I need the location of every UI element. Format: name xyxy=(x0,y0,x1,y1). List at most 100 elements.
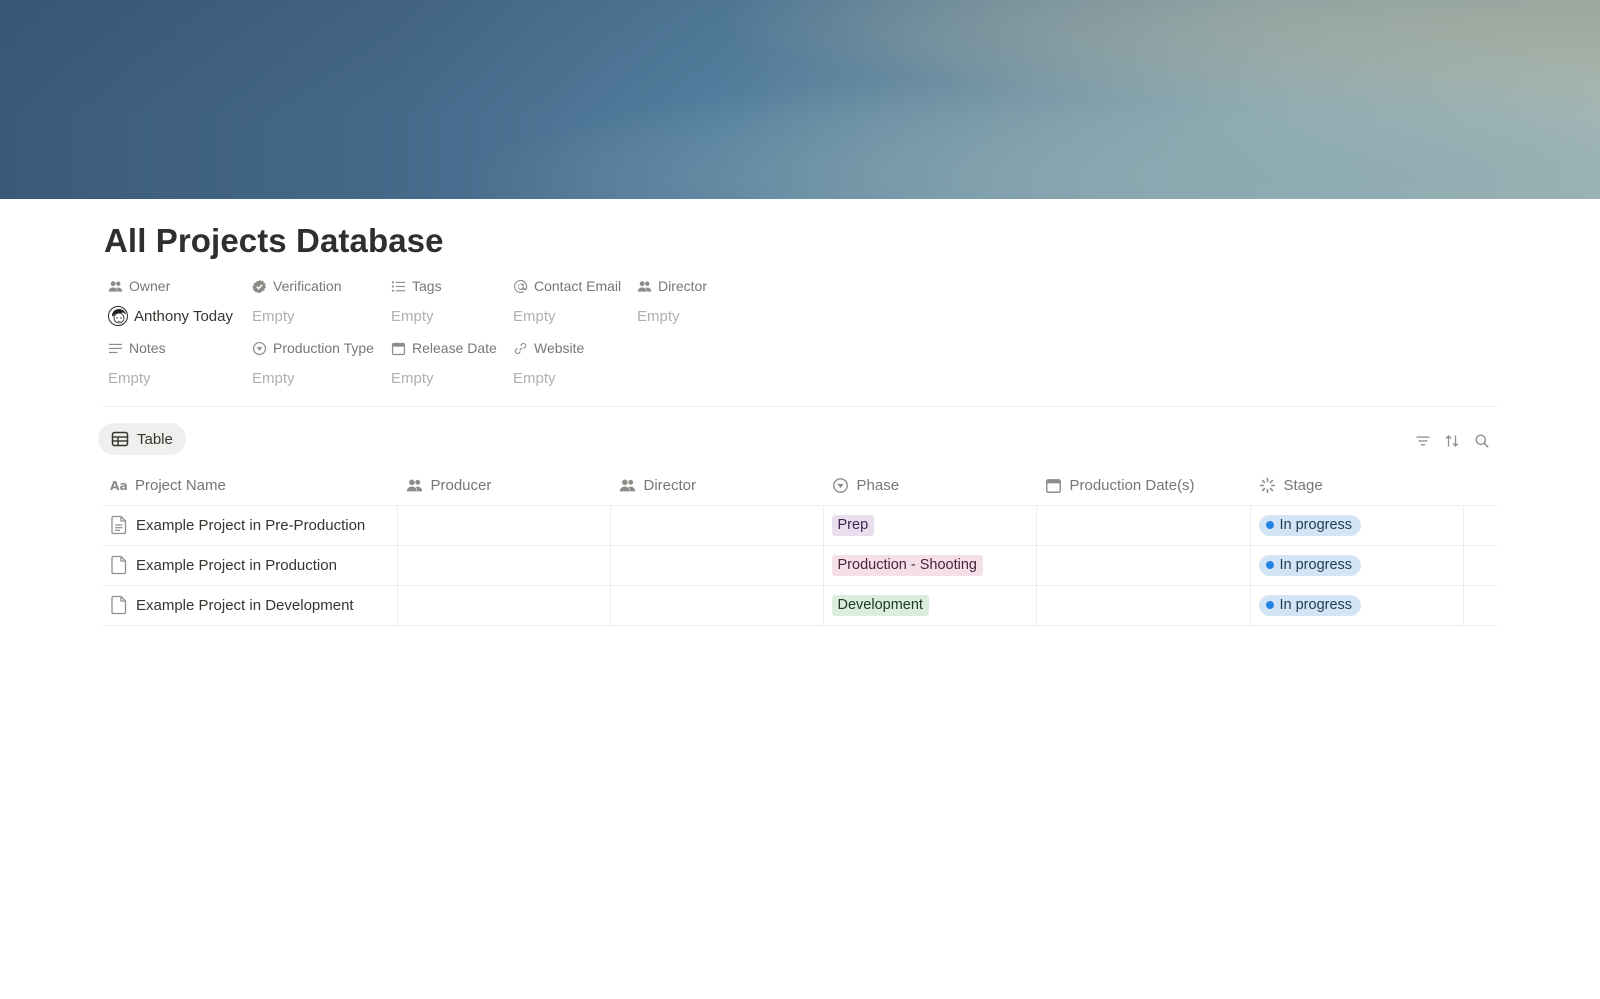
property-tags[interactable]: Tags Empty xyxy=(391,276,442,326)
column-header-add[interactable] xyxy=(1463,466,1498,506)
calendar-icon xyxy=(1045,478,1061,493)
column-header-phase[interactable]: Phase xyxy=(823,466,1036,506)
text-lines-icon xyxy=(108,343,123,353)
project-name[interactable]: Example Project in Pre-Production xyxy=(136,517,365,534)
cell-stage[interactable]: In progress xyxy=(1249,545,1463,586)
svg-text:Aa: Aa xyxy=(110,479,127,493)
status-badge: In progress xyxy=(1258,514,1362,536)
document-icon xyxy=(111,595,127,615)
cell-producer[interactable] xyxy=(396,505,610,546)
cell-production-dates[interactable] xyxy=(1035,545,1250,586)
sort-button[interactable] xyxy=(1442,431,1462,451)
table-row[interactable]: Example Project in Development Developme… xyxy=(102,585,1498,626)
people-icon xyxy=(108,280,123,292)
cover-image[interactable] xyxy=(0,0,1600,199)
property-owner[interactable]: Owner Anthony Today xyxy=(108,276,233,326)
project-name[interactable]: Example Project in Development xyxy=(136,597,354,614)
phase-tag: Prep xyxy=(831,514,875,536)
people-icon xyxy=(406,479,422,492)
status-dot-icon xyxy=(1265,561,1274,569)
link-icon xyxy=(514,342,527,354)
table-row[interactable]: Example Project in Production Production… xyxy=(102,545,1498,586)
cell-phase[interactable]: Prep xyxy=(822,505,1036,546)
column-header-producer[interactable]: Producer xyxy=(397,466,610,506)
column-header-production-dates[interactable]: Production Date(s) xyxy=(1036,466,1250,506)
cell-project-name[interactable]: Example Project in Pre-Production xyxy=(102,505,397,546)
cell-stage[interactable]: In progress xyxy=(1249,505,1463,546)
property-label: Director xyxy=(658,278,708,294)
people-icon xyxy=(619,479,635,492)
table-row[interactable]: Example Project in Pre-Production Prep I… xyxy=(102,505,1498,546)
cell-project-name[interactable]: Example Project in Development xyxy=(102,585,397,626)
cell-project-name[interactable]: Example Project in Production xyxy=(102,545,397,586)
cell-production-dates[interactable] xyxy=(1035,505,1250,546)
property-label: Verification xyxy=(273,278,342,294)
property-label: Notes xyxy=(129,340,166,356)
property-label: Website xyxy=(534,340,585,356)
property-label: Tags xyxy=(412,278,442,294)
view-tab-label: Table xyxy=(137,430,173,448)
table-header-row: Aa Project Name Producer Director Phase … xyxy=(102,466,1498,506)
property-notes[interactable]: Notes Empty xyxy=(108,338,166,388)
cell-empty xyxy=(1462,545,1498,586)
search-icon xyxy=(1475,434,1489,448)
verified-badge-icon xyxy=(252,279,267,293)
property-value[interactable]: Empty xyxy=(252,308,295,325)
select-circle-icon xyxy=(252,341,267,355)
property-value[interactable]: Empty xyxy=(391,308,434,325)
property-value[interactable]: Empty xyxy=(252,370,295,387)
page-title[interactable]: All Projects Database xyxy=(104,222,444,260)
cell-stage[interactable]: In progress xyxy=(1249,585,1463,626)
property-verification[interactable]: Verification Empty xyxy=(252,276,341,326)
property-website[interactable]: Website Empty xyxy=(513,338,584,388)
cell-phase[interactable]: Production - Shooting xyxy=(822,545,1036,586)
cell-director[interactable] xyxy=(609,585,823,626)
column-header-project-name[interactable]: Aa Project Name xyxy=(102,466,397,506)
cell-producer[interactable] xyxy=(396,545,610,586)
filter-button[interactable] xyxy=(1413,431,1433,451)
cell-production-dates[interactable] xyxy=(1035,585,1250,626)
select-circle-icon xyxy=(832,477,848,493)
property-label: Contact Email xyxy=(534,278,622,294)
status-badge: In progress xyxy=(1258,554,1362,576)
phase-tag: Production - Shooting xyxy=(831,554,983,576)
cell-director[interactable] xyxy=(609,505,823,546)
property-production-type[interactable]: Production Type Empty xyxy=(252,338,374,388)
property-label: Production Type xyxy=(273,340,374,356)
table-icon xyxy=(111,431,129,447)
property-value[interactable]: Empty xyxy=(513,370,556,387)
column-header-stage[interactable]: Stage xyxy=(1250,466,1463,506)
cell-phase[interactable]: Development xyxy=(822,585,1036,626)
status-spinner-icon xyxy=(1259,477,1275,493)
view-tab-table[interactable]: Table xyxy=(98,423,186,455)
property-label: Release Date xyxy=(412,340,497,356)
property-label: Owner xyxy=(129,278,171,294)
divider xyxy=(102,406,1498,407)
calendar-icon xyxy=(391,342,406,355)
status-dot-icon xyxy=(1265,601,1274,609)
list-icon xyxy=(391,280,406,292)
property-value[interactable]: Empty xyxy=(391,370,434,387)
phase-tag: Development xyxy=(831,594,929,616)
search-button[interactable] xyxy=(1472,431,1492,451)
people-icon xyxy=(637,280,652,292)
sort-icon xyxy=(1445,435,1459,447)
column-header-director[interactable]: Director xyxy=(610,466,823,506)
property-value[interactable]: Empty xyxy=(637,308,680,325)
owner-name[interactable]: Anthony Today xyxy=(134,308,233,325)
property-director[interactable]: Director Empty xyxy=(637,276,707,326)
property-release-date[interactable]: Release Date Empty xyxy=(391,338,497,388)
cell-empty xyxy=(1462,585,1498,626)
avatar xyxy=(108,306,128,326)
filter-icon xyxy=(1416,436,1430,446)
cell-director[interactable] xyxy=(609,545,823,586)
projects-table: Aa Project Name Producer Director Phase … xyxy=(102,466,1498,626)
cell-empty xyxy=(1462,505,1498,546)
at-sign-icon xyxy=(514,279,528,293)
property-contact-email[interactable]: Contact Email Empty xyxy=(513,276,621,326)
property-value[interactable]: Empty xyxy=(108,370,151,387)
document-icon xyxy=(111,555,127,575)
property-value[interactable]: Empty xyxy=(513,308,556,325)
project-name[interactable]: Example Project in Production xyxy=(136,557,337,574)
cell-producer[interactable] xyxy=(396,585,610,626)
